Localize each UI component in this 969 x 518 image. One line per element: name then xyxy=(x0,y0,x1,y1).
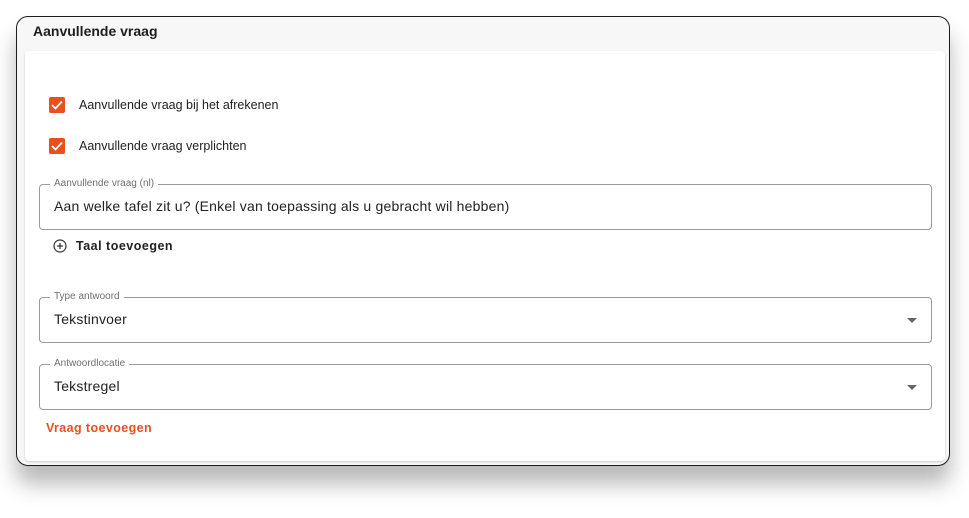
add-question-button[interactable]: Vraag toevoegen xyxy=(46,421,152,435)
panel-title: Aanvullende vraag xyxy=(33,23,158,39)
dropdown-arrow-icon[interactable] xyxy=(907,385,917,390)
answer-type-legend: Type antwoord xyxy=(50,291,124,303)
question-text-field[interactable]: Aanvullende vraag (nl) Aan welke tafel z… xyxy=(39,178,932,230)
answer-location-legend: Antwoordlocatie xyxy=(50,358,130,370)
require-question-checkbox[interactable] xyxy=(49,138,65,154)
checkmark-icon xyxy=(51,100,63,110)
panel-card: Aanvullende vraag bij het afrekenen Aanv… xyxy=(25,51,945,461)
checkout-question-checkbox[interactable] xyxy=(49,97,65,113)
question-text-legend: Aanvullende vraag (nl) xyxy=(50,178,159,190)
question-text-value[interactable]: Aan welke tafel zit u? (Enkel van toepas… xyxy=(54,198,509,214)
plus-circle-icon xyxy=(53,239,67,253)
answer-location-select[interactable]: Antwoordlocatie Tekstregel xyxy=(39,358,932,410)
answer-location-value: Tekstregel xyxy=(54,378,120,394)
dropdown-arrow-icon[interactable] xyxy=(907,318,917,323)
checkmark-icon xyxy=(51,141,63,151)
answer-type-value: Tekstinvoer xyxy=(54,311,128,327)
checkbox-row-require-question[interactable]: Aanvullende vraag verplichten xyxy=(49,136,246,156)
additional-question-panel: Aanvullende vraag Aanvullende vraag bij … xyxy=(16,16,950,466)
add-language-button[interactable]: Taal toevoegen xyxy=(53,236,173,256)
answer-type-select[interactable]: Type antwoord Tekstinvoer xyxy=(39,291,932,343)
checkout-question-label: Aanvullende vraag bij het afrekenen xyxy=(79,98,279,112)
add-language-label: Taal toevoegen xyxy=(76,239,174,253)
checkbox-row-checkout-question[interactable]: Aanvullende vraag bij het afrekenen xyxy=(49,95,278,115)
require-question-label: Aanvullende vraag verplichten xyxy=(79,139,247,153)
